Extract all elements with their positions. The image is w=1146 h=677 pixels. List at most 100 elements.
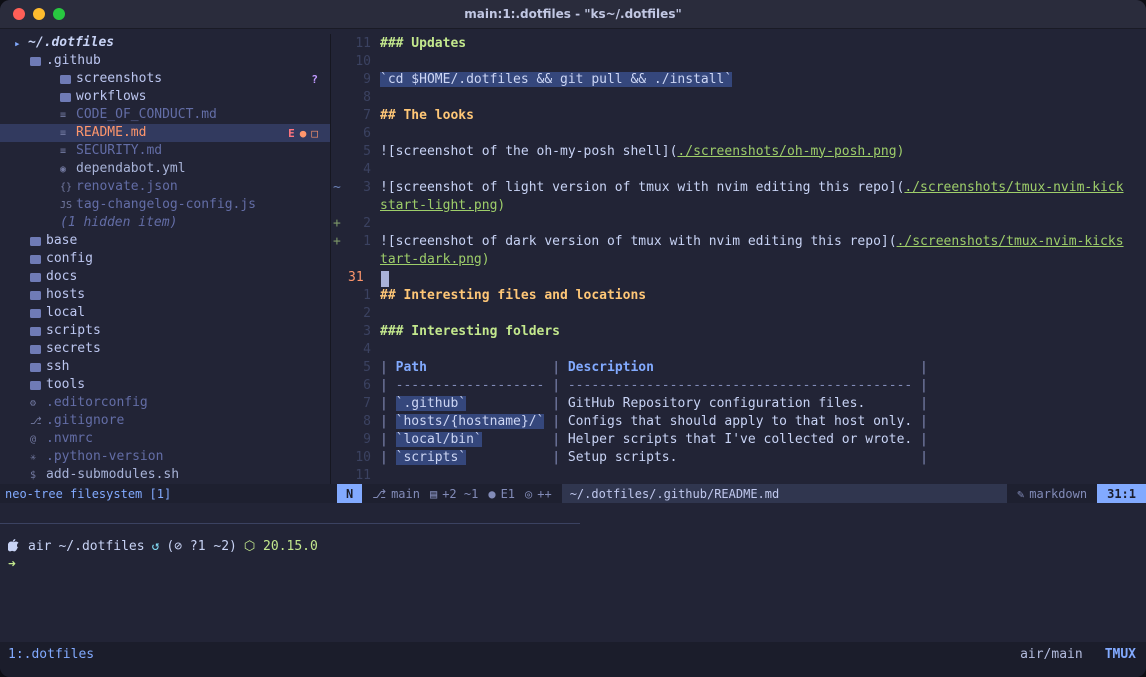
line-segment: | xyxy=(380,450,396,465)
diff-icon: ▤ xyxy=(430,487,437,501)
tree-item-secrets[interactable]: secrets xyxy=(0,340,330,358)
editor-line[interactable]: +1![screenshot of dark version of tmux w… xyxy=(333,232,1146,250)
tree-item-ssh[interactable]: ssh xyxy=(0,358,330,376)
tree-item-security-md[interactable]: ≡SECURITY.md xyxy=(0,142,330,160)
editor-line[interactable]: 31 xyxy=(333,268,1146,286)
diagnostic-error-icon: ● xyxy=(488,487,495,501)
sidebar: ▸~/.dotfiles.githubscreenshots?workflows… xyxy=(0,34,331,484)
minimize-button[interactable] xyxy=(33,8,45,20)
tree-item-dependabot-yml[interactable]: ◉dependabot.yml xyxy=(0,160,330,178)
titlebar[interactable]: main:1:.dotfiles - "ks~/.dotfiles" xyxy=(0,0,1146,29)
editor-line[interactable]: 1 ## Interesting files and locations xyxy=(333,286,1146,304)
editor[interactable]: 11### Updates10 9 `cd $HOME/.dotfiles && g… xyxy=(331,34,1146,484)
editor-line[interactable]: 2 xyxy=(333,304,1146,322)
tmux-right-status: air/main TMUX xyxy=(1020,647,1136,677)
git-unstaged-marker: □ xyxy=(311,127,318,140)
tree-item-label: secrets xyxy=(46,340,101,358)
editor-line[interactable]: start-light.png) xyxy=(333,196,1146,214)
tree-item-label: base xyxy=(46,232,77,250)
line-number: 2 xyxy=(347,306,371,321)
tree-item-hosts[interactable]: hosts xyxy=(0,286,330,304)
line-text xyxy=(381,268,389,287)
line-segment: | xyxy=(912,396,928,411)
tmux-session-label: air/main xyxy=(1020,647,1083,677)
editor-line[interactable]: 6| ------------------- | ---------------… xyxy=(333,376,1146,394)
tree-item-1-hidden-item[interactable]: (1 hidden item) xyxy=(0,214,330,232)
tree-item-renovate-json[interactable]: {}renovate.json xyxy=(0,178,330,196)
git-icon: ⎇ xyxy=(30,416,46,427)
tree-item-tag-changelog-config-js[interactable]: JStag-changelog-config.js xyxy=(0,196,330,214)
tree-item-nvmrc[interactable]: @.nvmrc xyxy=(0,430,330,448)
markdown-icon: ≡ xyxy=(60,146,76,157)
line-segment: | xyxy=(544,360,567,375)
line-number: 31 xyxy=(347,270,372,285)
editor-line[interactable]: +2 xyxy=(333,214,1146,232)
gutter-sign: + xyxy=(333,216,347,231)
tree-item-config[interactable]: config xyxy=(0,250,330,268)
tree-item-gitignore[interactable]: ⎇.gitignore xyxy=(0,412,330,430)
terminal-pane[interactable]: air~/.dotfiles↺(⊘ ?1 ~2)⬡ 20.15.0 ➜ xyxy=(0,503,1146,642)
editor-line[interactable]: 9 `cd $HOME/.dotfiles && git pull && ./in… xyxy=(333,70,1146,88)
editor-line[interactable]: 4 xyxy=(333,160,1146,178)
editor-line[interactable]: 4 xyxy=(333,340,1146,358)
tree-item-code-of-conduct-md[interactable]: ≡CODE_OF_CONDUCT.md xyxy=(0,106,330,124)
tree-item-readme-md[interactable]: ≡README.mdE●□ xyxy=(0,124,330,142)
editor-line[interactable]: 7| `.github` | GitHub Repository configu… xyxy=(333,394,1146,412)
editor-line[interactable]: 8 xyxy=(333,88,1146,106)
flags-label: ++ xyxy=(537,487,551,501)
window-content: ▸~/.dotfiles.githubscreenshots?workflows… xyxy=(0,29,1146,677)
line-segment: Description xyxy=(568,360,654,375)
tmux-status-bar: 1:.dotfiles air/main TMUX xyxy=(0,642,1146,677)
line-segment: GitHub Repository configuration files. xyxy=(568,396,912,411)
tree-item-tools[interactable]: tools xyxy=(0,376,330,394)
tree-item-local[interactable]: local xyxy=(0,304,330,322)
line-number: 2 xyxy=(347,216,371,231)
tree-item-label: add-submodules.sh xyxy=(46,466,179,484)
editor-line[interactable]: 10 xyxy=(333,52,1146,70)
line-number: 1 xyxy=(347,234,371,249)
line-number: 9 xyxy=(347,72,371,87)
editor-line[interactable]: 10| `scripts` | Setup scripts. | xyxy=(333,448,1146,466)
editor-line[interactable]: 7## The looks xyxy=(333,106,1146,124)
tree-item-github[interactable]: .github xyxy=(0,52,330,70)
traffic-lights xyxy=(13,8,65,20)
tree-item-scripts[interactable]: scripts xyxy=(0,322,330,340)
tree-item-workflows[interactable]: workflows xyxy=(0,88,330,106)
editor-lines: 11### Updates10 9 `cd $HOME/.dotfiles && g… xyxy=(333,34,1146,484)
editor-line[interactable]: 3### Interesting folders xyxy=(333,322,1146,340)
git-branch-segment: ⎇main xyxy=(372,487,420,501)
diagnostic-count: E1 xyxy=(501,487,515,501)
line-segment: ## Interesting files and locations xyxy=(380,288,646,303)
editor-line[interactable]: 5| Path | Description | xyxy=(333,358,1146,376)
tree-item-dotfiles[interactable]: ▸~/.dotfiles xyxy=(0,34,330,52)
tree-item-docs[interactable]: docs xyxy=(0,268,330,286)
tree-item-label: hosts xyxy=(46,286,85,304)
line-number: 1 xyxy=(347,288,371,303)
neotree-statusline: neo-tree filesystem [1] xyxy=(0,487,337,501)
zoom-button[interactable] xyxy=(53,8,65,20)
pencil-icon: ✎ xyxy=(1017,487,1024,501)
editor-line[interactable]: 9| `local/bin` | Helper scripts that I'v… xyxy=(333,430,1146,448)
tmux-window-label[interactable]: 1:.dotfiles xyxy=(8,647,94,677)
tree-item-add-submodules-sh[interactable]: $add-submodules.sh xyxy=(0,466,330,484)
line-segment: ./screenshots/tmux-nvim-kicks xyxy=(897,234,1124,249)
editor-line[interactable]: 11 xyxy=(333,466,1146,484)
tree-item-editorconfig[interactable]: ⚙.editorconfig xyxy=(0,394,330,412)
editorconfig-icon: ⚙ xyxy=(30,398,46,409)
tree-item-screenshots[interactable]: screenshots? xyxy=(0,70,330,88)
file-tree: ▸~/.dotfiles.githubscreenshots?workflows… xyxy=(0,34,330,484)
editor-line[interactable]: 8| `hosts/{hostname}/` | Configs that sh… xyxy=(333,412,1146,430)
line-segment xyxy=(466,396,544,411)
close-button[interactable] xyxy=(13,8,25,20)
expander-icon[interactable]: ▸ xyxy=(14,37,28,50)
tree-item-python-version[interactable]: ✳.python-version xyxy=(0,448,330,466)
editor-line[interactable]: 5![screenshot of the oh-my-posh shell](.… xyxy=(333,142,1146,160)
editor-line[interactable]: ~3![screenshot of light version of tmux … xyxy=(333,178,1146,196)
line-segment: `cd $HOME/.dotfiles && git pull && ./ins… xyxy=(380,72,732,87)
tree-item-label: README.md xyxy=(76,124,146,142)
dependabot-icon: ◉ xyxy=(60,164,76,175)
editor-line[interactable]: 6 xyxy=(333,124,1146,142)
editor-line[interactable]: tart-dark.png) xyxy=(333,250,1146,268)
editor-line[interactable]: 11### Updates xyxy=(333,34,1146,52)
tree-item-base[interactable]: base xyxy=(0,232,330,250)
